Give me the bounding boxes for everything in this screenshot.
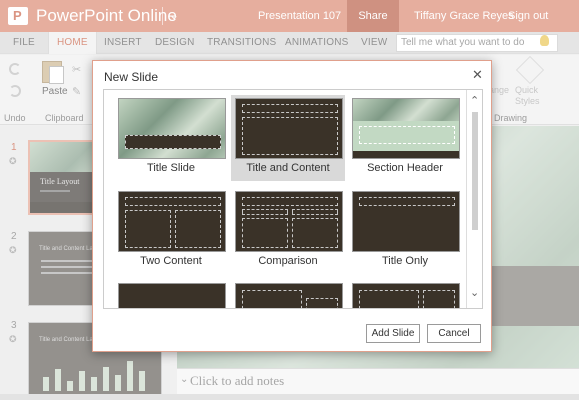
title-placeholder [359,197,455,206]
title-placeholder [242,197,338,206]
layout-label: Section Header [367,162,443,174]
layout-preview [235,98,343,159]
layout-preview [352,98,460,159]
heading-placeholder [292,209,338,215]
layout-preview [118,191,226,252]
picture-placeholder [359,290,419,308]
layout-picture-with-caption[interactable] [348,280,462,308]
scrollbar-thumb[interactable] [472,112,478,230]
content-placeholder [242,218,288,248]
layout-title-slide[interactable]: Title Slide [114,95,228,181]
layout-image [353,99,459,121]
layout-content-with-caption[interactable] [231,280,345,308]
gallery-scrollbar[interactable]: ⌃ ⌄ [466,90,482,308]
add-slide-button[interactable]: Add Slide [366,324,420,343]
content-placeholder [242,290,302,308]
heading-placeholder [242,209,288,215]
dialog-title: New Slide [104,70,159,84]
title-placeholder [125,135,221,149]
layout-two-content[interactable]: Two Content [114,188,228,274]
caption-placeholder [306,298,338,308]
close-icon[interactable]: ✕ [472,67,483,83]
layout-label: Two Content [140,255,202,267]
layout-label: Title Only [381,255,429,267]
layout-title-only[interactable]: Title Only [348,188,462,274]
layout-image [119,99,225,158]
layout-section-header[interactable]: Section Header [348,95,462,181]
title-placeholder [242,104,338,113]
layout-preview [235,191,343,252]
layout-preview [352,191,460,252]
layout-label: Title and Content [246,162,330,174]
title-placeholder [359,126,455,144]
content-placeholder [242,117,338,155]
new-slide-dialog: New Slide ✕ Title Slide Title and Conten… [92,60,492,352]
caption-placeholder [423,290,455,308]
layout-gallery: Title Slide Title and Content Section He… [103,89,483,309]
layout-preview [235,283,343,308]
content-placeholder [292,218,338,248]
chevron-up-icon[interactable]: ⌃ [470,94,479,107]
layout-label: Comparison [258,255,318,267]
layout-blank[interactable] [114,280,228,308]
content-placeholder [175,210,221,248]
layout-comparison[interactable]: Comparison [231,188,345,274]
content-placeholder [125,210,171,248]
layout-title-and-content[interactable]: Title and Content [231,95,345,181]
layout-preview [352,283,460,308]
cancel-button[interactable]: Cancel [427,324,481,343]
layout-preview [118,98,226,159]
title-placeholder [125,197,221,206]
layout-preview [118,283,226,308]
layout-label: Title Slide [147,162,195,174]
chevron-down-icon[interactable]: ⌄ [470,286,479,299]
